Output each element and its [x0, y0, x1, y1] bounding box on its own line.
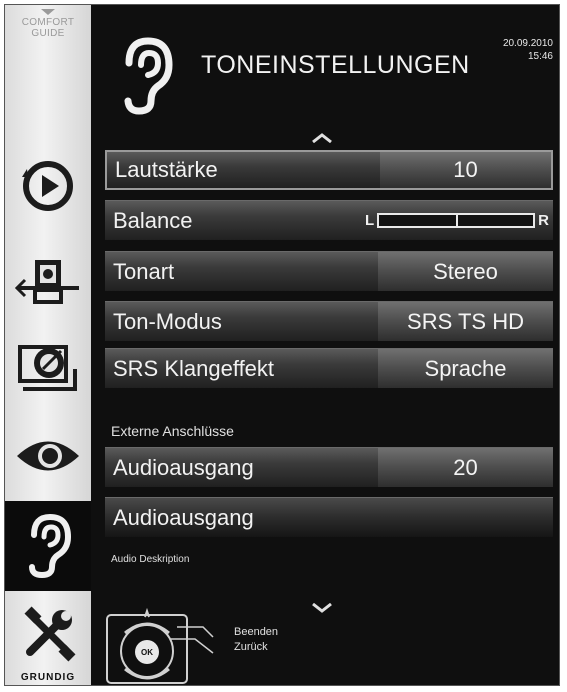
srs-label: SRS Klangeffekt [113, 355, 275, 381]
sidebar-item-sound[interactable] [5, 501, 91, 591]
balance-left-label: L [365, 211, 375, 229]
sidebar-item-sources[interactable] [5, 241, 91, 323]
balance-label: Balance [113, 207, 193, 233]
ok-button[interactable]: OK [135, 640, 159, 664]
audioout-1-label: Audioausgang [113, 454, 254, 480]
menu-row-audioout-2[interactable]: Audioausgang [105, 497, 553, 537]
exit-label: Beenden [234, 626, 279, 638]
comfort-guide-button[interactable]: COMFORT GUIDE [5, 9, 91, 39]
balance-track [377, 212, 536, 228]
tonart-label: Tonart [113, 258, 175, 284]
date-text: 20.09.2010 [502, 38, 553, 49]
audioout-1-value[interactable]: 20 [378, 448, 553, 487]
scroll-down-icon[interactable] [311, 603, 333, 613]
tonmodus-label: Ton-Modus [113, 308, 222, 334]
satellite-dish-icon [18, 345, 77, 391]
menu-row-tonart[interactable]: Tonart Stereo [105, 251, 553, 291]
audio-description-label[interactable]: Audio Deskription [111, 554, 189, 565]
header: TONEINSTELLUNGEN 20.09.2010 15:46 [91, 5, 559, 140]
volume-value[interactable]: 10 [380, 152, 551, 188]
playback-icon [22, 161, 73, 211]
scroll-up-icon[interactable] [311, 133, 333, 143]
sidebar-item-satellite[interactable] [5, 327, 91, 409]
source-connection-icon [15, 260, 79, 304]
comfort-label-line2: GUIDE [31, 28, 65, 39]
tools-icon [24, 606, 76, 662]
date-time: 20.09.2010 15:46 [503, 37, 553, 63]
menu-row-volume[interactable]: Lautstärke 10 [105, 150, 553, 190]
audioout-2-label: Audioausgang [113, 504, 254, 530]
balance-marker [456, 212, 459, 228]
remote-navigation-icon [106, 607, 214, 684]
sidebar-item-settings[interactable] [5, 593, 91, 675]
balance-slider[interactable]: L R [365, 209, 549, 231]
external-connections-heading: Externe Anschlüsse [111, 423, 234, 439]
comfort-arrow-icon [41, 9, 55, 15]
menu-row-audioout-1[interactable]: Audioausgang 20 [105, 447, 553, 487]
tonart-value[interactable]: Stereo [378, 252, 553, 291]
page-title: TONEINSTELLUNGEN [201, 51, 470, 79]
tonmodus-value[interactable]: SRS TS HD [378, 302, 553, 341]
ear-icon [124, 37, 173, 115]
ear-icon [29, 513, 72, 579]
eye-icon [17, 441, 79, 471]
sidebar-item-picture[interactable] [5, 415, 91, 497]
back-label: Zurück [234, 641, 268, 653]
brand-logo: GRUNDIG [20, 672, 76, 683]
tv-menu-screen: COMFORT GUIDE GRUNDIG TONEINSTELLUNGEN 2… [4, 4, 560, 686]
sidebar-item-playback[interactable] [5, 145, 91, 227]
comfort-label-line1: COMFORT [21, 17, 75, 28]
menu-row-tonmodus[interactable]: Ton-Modus SRS TS HD [105, 301, 553, 341]
menu-row-balance[interactable]: Balance L R [105, 200, 553, 240]
sidebar: COMFORT GUIDE GRUNDIG [5, 5, 91, 685]
balance-right-label: R [538, 211, 549, 229]
time-text: 15:46 [527, 51, 553, 62]
volume-label: Lautstärke [115, 157, 218, 182]
srs-value[interactable]: Sprache [378, 349, 553, 388]
menu-row-srs[interactable]: SRS Klangeffekt Sprache [105, 348, 553, 388]
